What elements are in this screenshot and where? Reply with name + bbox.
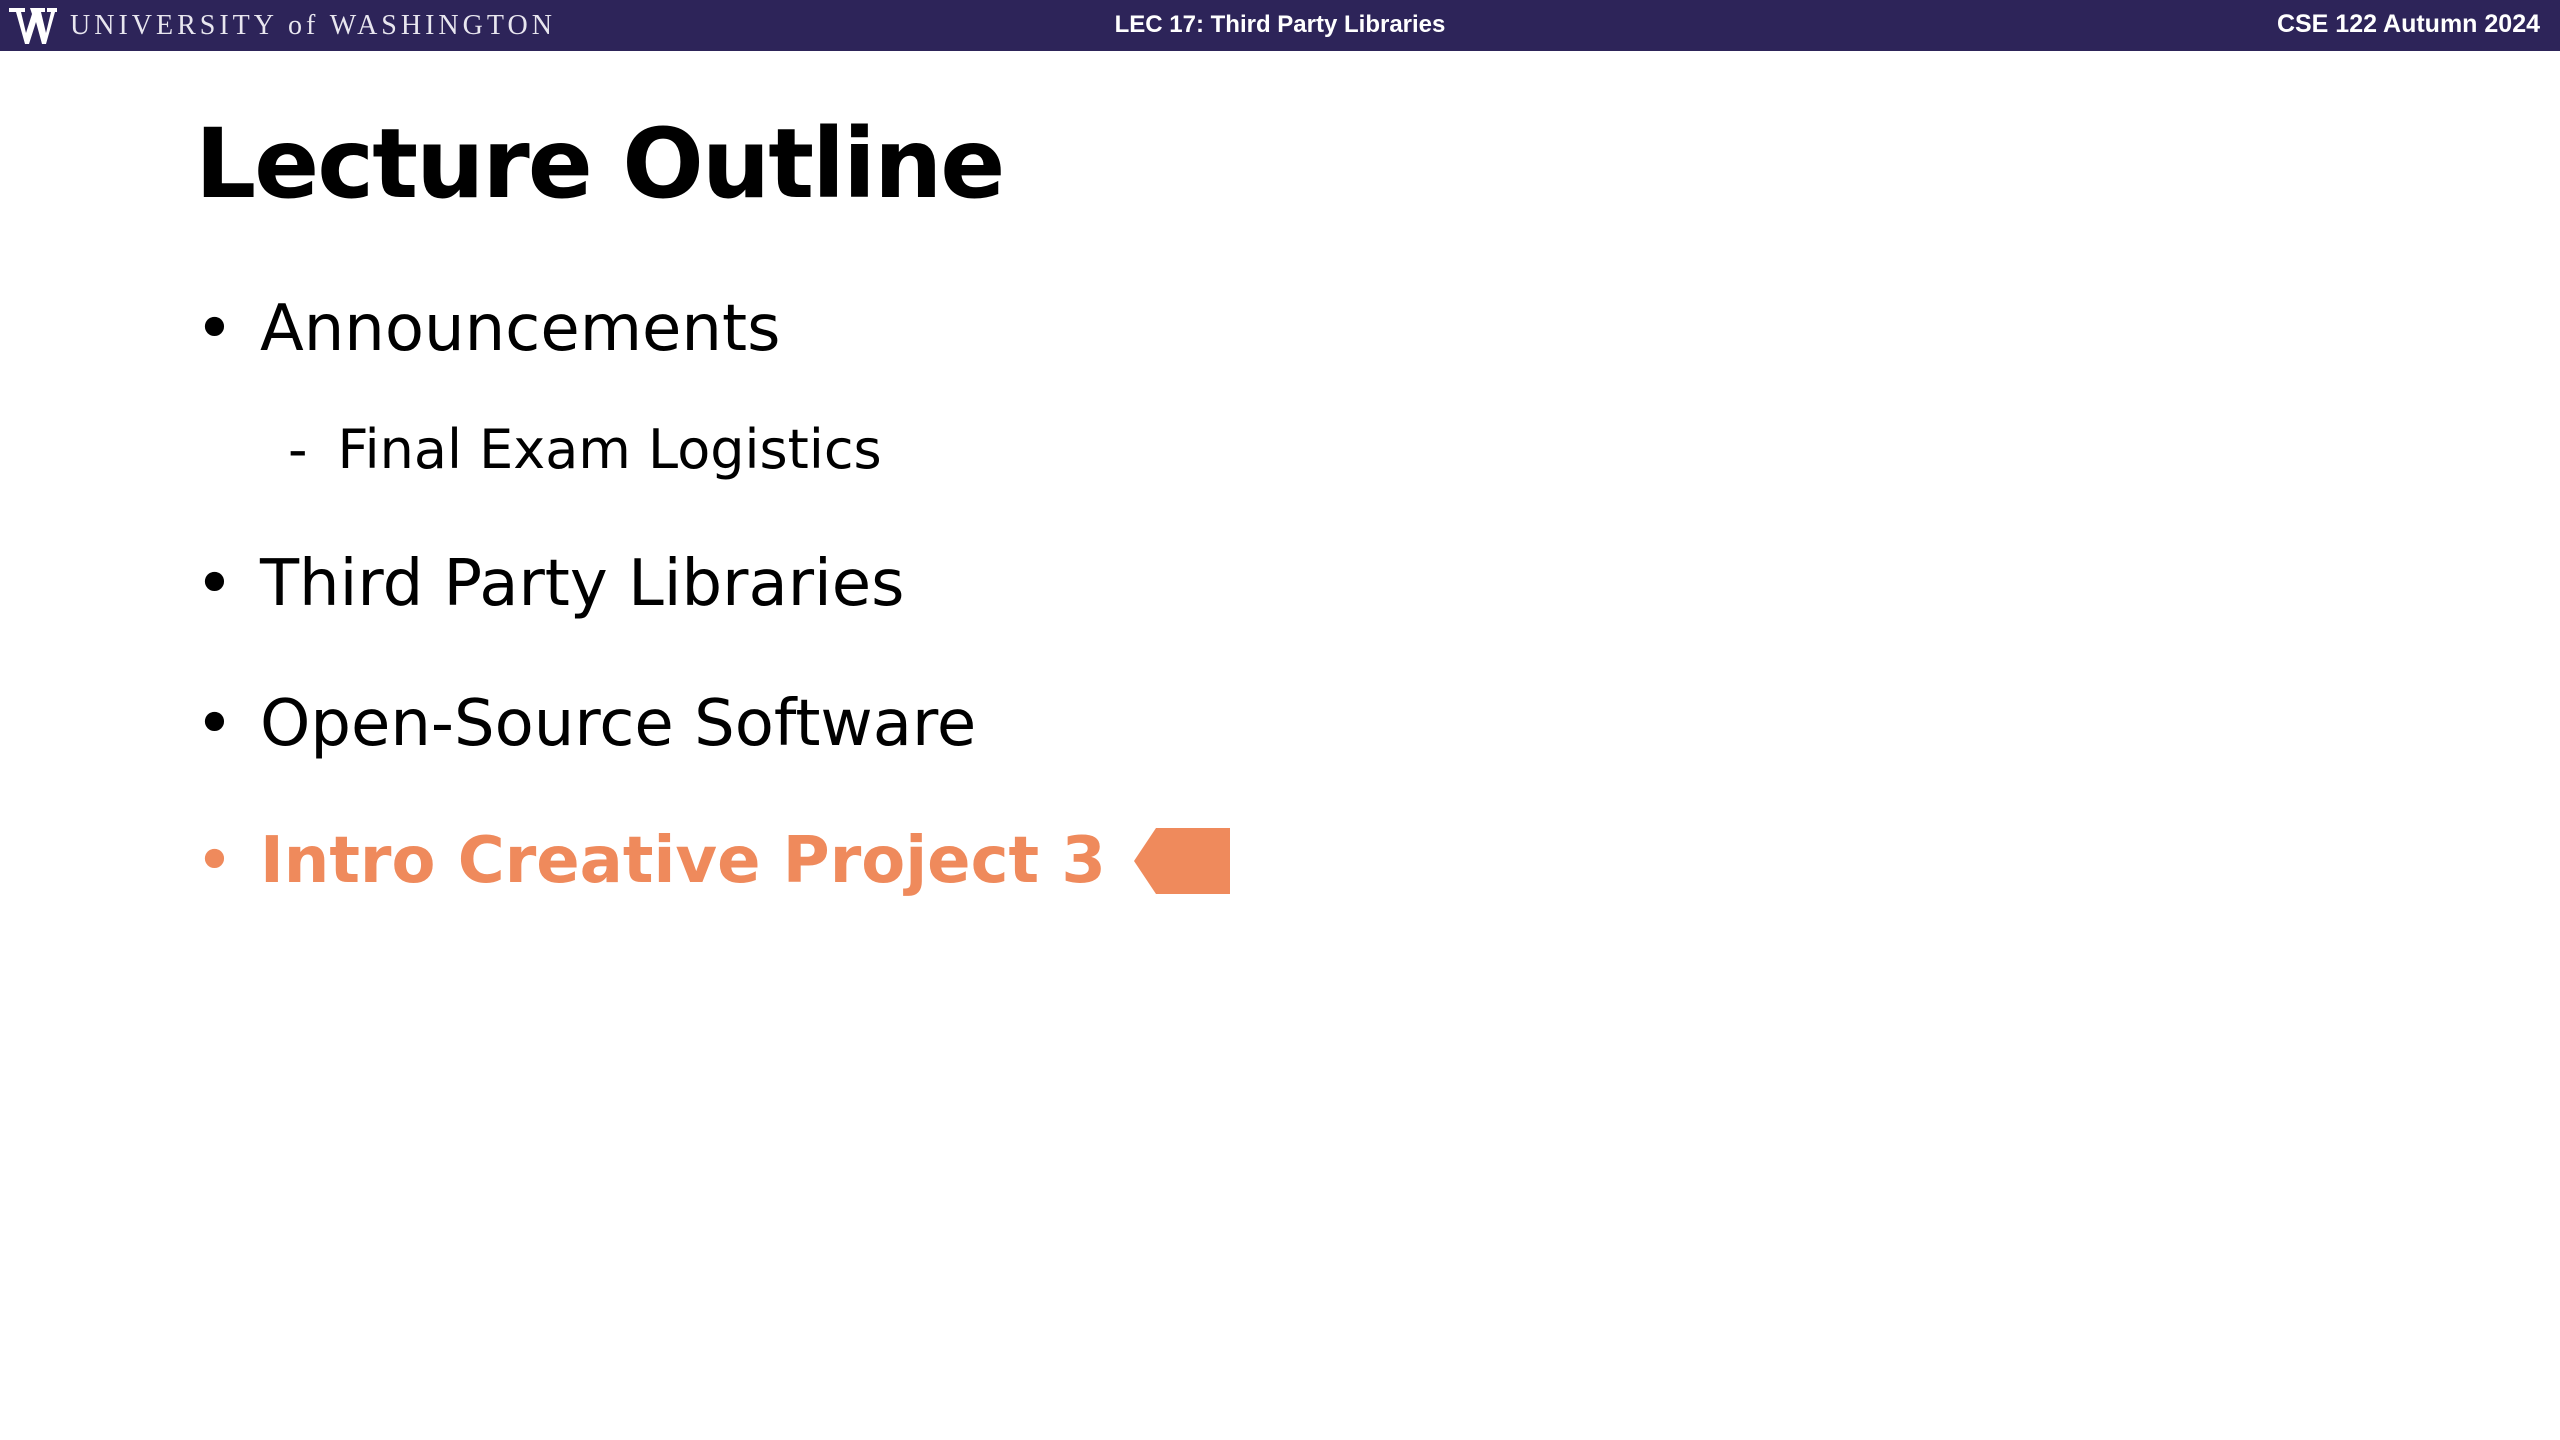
outline-item-open-source: • Open-Source Software	[195, 685, 976, 762]
bullet-icon: •	[195, 685, 234, 762]
dash-bullet-icon: -	[288, 418, 308, 481]
outline-item-announcements: • Announcements	[195, 290, 780, 367]
bullet-icon: •	[195, 290, 234, 367]
bullet-icon: •	[195, 545, 234, 622]
course-name: CSE 122 Autumn 2024	[2276, 10, 2540, 38]
slide-title: Lecture Outline	[195, 108, 1005, 220]
outline-item-text: Intro Creative Project 3	[259, 823, 1106, 898]
bullet-icon: •	[195, 822, 234, 899]
outline-item-text: Open-Source Software	[259, 686, 977, 761]
outline-item-third-party-libraries: • Third Party Libraries	[195, 545, 905, 622]
outline-subitem-final-exam: - Final Exam Logistics	[288, 418, 882, 481]
header-bar: UNIVERSITY of WASHINGTON LEC 17: Third P…	[0, 0, 2560, 51]
uw-wordmark: UNIVERSITY of WASHINGTON	[70, 9, 556, 41]
uw-logo-icon	[9, 7, 57, 44]
outline-item-text: Announcements	[259, 291, 781, 366]
current-section-arrow-icon	[1133, 827, 1230, 894]
uw-brand: UNIVERSITY of WASHINGTON	[8, 0, 556, 51]
slide: UNIVERSITY of WASHINGTON LEC 17: Third P…	[0, 0, 2560, 1440]
outline-item-text: Third Party Libraries	[259, 546, 905, 621]
outline-subitem-text: Final Exam Logistics	[337, 418, 882, 481]
outline-item-creative-project-current: • Intro Creative Project 3	[195, 822, 1230, 899]
